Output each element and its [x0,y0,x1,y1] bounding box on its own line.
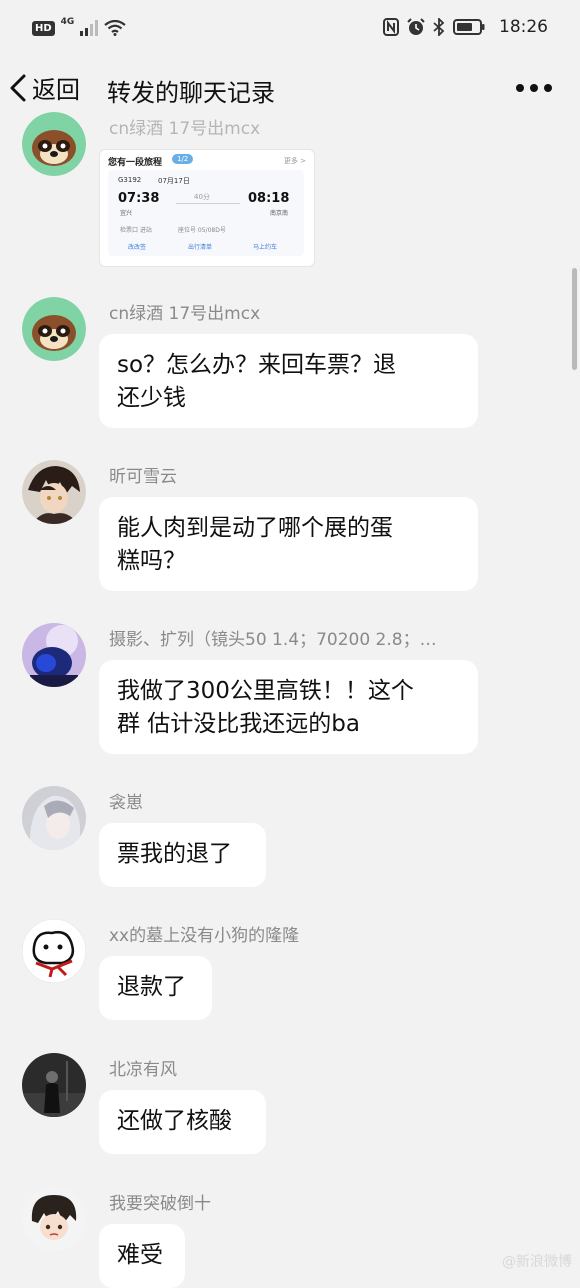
gate-info: 检票口 进站 [120,227,152,234]
status-right: 18:26 [383,17,548,37]
alarm-icon [407,18,425,35]
card-action-car[interactable]: 马上约车 [253,242,277,251]
message-line: 票我的退了 [117,841,232,867]
more-icon[interactable] [516,84,552,92]
avatar[interactable] [22,623,86,687]
train-number: G3192 [118,176,142,184]
trip-card[interactable]: 您有一段旅程 1/2 更多 > G3192 07月17日 07:38 40分 0… [99,149,315,267]
battery-icon [453,19,485,35]
message-line: 退款了 [117,974,186,1000]
back-label: 返回 [32,76,80,104]
message-bubble[interactable]: 能人肉到是动了哪个展的蛋 糕吗？ [99,497,478,591]
from-station: 宜兴 [120,210,133,217]
avatar[interactable] [22,919,86,983]
hd-badge: HD [32,20,55,36]
message-line: 难受 [117,1242,163,1268]
card-more-link[interactable]: 更多 > [284,156,306,166]
status-time: 18:26 [499,17,548,37]
page-title: 转发的聊天记录 [107,79,275,107]
avatar[interactable] [22,1187,86,1251]
scrollbar[interactable] [572,268,577,370]
sender-name: cn绿酒 17号出mcx [109,119,261,139]
avatar[interactable] [22,460,86,524]
nav-bar: 返回 转发的聊天记录 [0,58,580,120]
seat-info: 座位号 05/08D号 [178,227,226,234]
message-bubble[interactable]: 退款了 [99,956,212,1020]
wifi-icon [104,20,127,36]
avatar[interactable] [22,786,86,850]
card-header: 您有一段旅程 [108,158,163,168]
train-ticket: G3192 07月17日 07:38 40分 08:18 宜兴 南京南 检票口 … [108,170,304,256]
chevron-left-icon [10,74,26,101]
watermark: @新浪微博 [502,1254,572,1270]
avatar[interactable] [22,112,86,176]
sender-name: 摄影、扩列（镜头50 1.4；70200 2.8；… [109,630,437,650]
nfc-icon [383,18,399,36]
message-line: 群 估计没比我还远的ba [117,711,361,737]
sender-name: 衾崽 [109,793,143,813]
message-line: 能人肉到是动了哪个展的蛋 [117,515,393,541]
message-line: 还做了核酸 [117,1108,232,1134]
status-left: HD 4G [32,17,127,36]
message-line: 我做了300公里高铁！！这个 [117,678,414,704]
message-line: so？怎么办？来回车票？退 [117,352,397,378]
message-bubble[interactable]: so？怎么办？来回车票？退 还少钱 [99,334,478,428]
route-line [176,203,240,204]
message-bubble[interactable]: 票我的退了 [99,823,266,887]
message-bubble[interactable]: 我做了300公里高铁！！这个 群 估计没比我还远的ba [99,660,478,754]
avatar[interactable] [22,297,86,361]
sender-name: 我要突破倒十 [109,1194,211,1214]
avatar[interactable] [22,1053,86,1117]
message-bubble[interactable]: 还做了核酸 [99,1090,266,1154]
bluetooth-icon [433,18,445,36]
back-button[interactable]: 返回 [8,70,80,105]
card-page-badge: 1/2 [172,154,194,164]
signal-icon [80,20,99,36]
sender-name: 昕可雪云 [109,467,177,487]
sender-name: 北凉有风 [109,1060,177,1080]
message-bubble[interactable]: 难受 [99,1224,185,1288]
network-type-label: 4G [60,17,75,27]
card-action-reschedule[interactable]: 改改签 [128,242,146,251]
sender-name: xx的墓上没有小狗的隆隆 [109,926,300,946]
sender-name: cn绿酒 17号出mcx [109,304,261,324]
message-line: 糕吗？ [117,548,186,574]
departure-time: 07:38 [118,191,160,206]
to-station: 南京南 [270,210,289,217]
duration: 40分 [194,193,210,201]
status-bar: HD 4G 18:26 [0,0,580,58]
arrival-time: 08:18 [248,191,290,206]
train-date: 07月17日 [158,177,190,185]
card-action-checklist[interactable]: 出行清单 [188,242,212,251]
message-line: 还少钱 [117,385,186,411]
